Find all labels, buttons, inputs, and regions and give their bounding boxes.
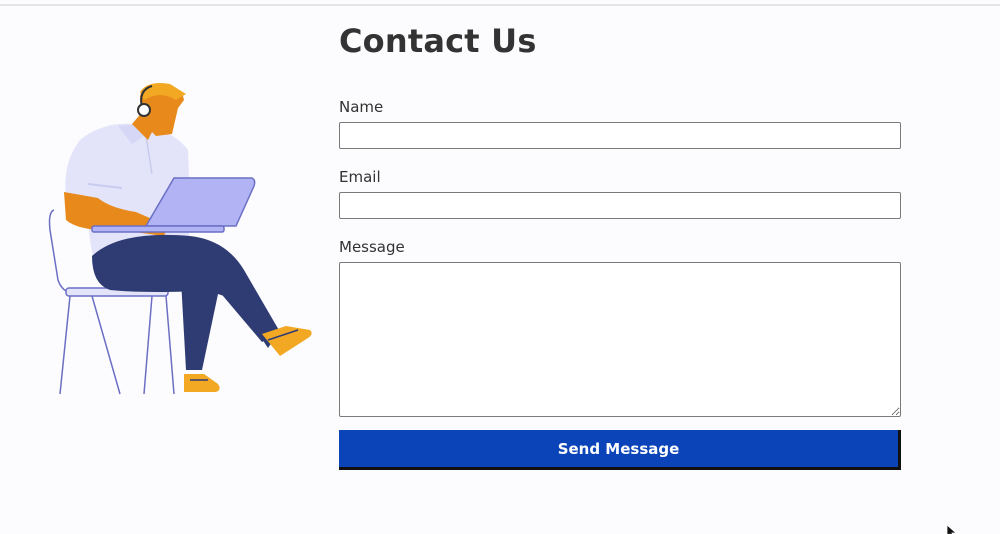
name-label: Name	[339, 98, 384, 116]
top-divider	[0, 4, 1000, 6]
contact-page: Contact Us Name Email Message Send Messa…	[0, 0, 1000, 534]
name-input[interactable]	[339, 122, 901, 149]
page-title: Contact Us	[339, 22, 537, 60]
email-label: Email	[339, 168, 381, 186]
email-input[interactable]	[339, 192, 901, 219]
send-message-button[interactable]: Send Message	[339, 430, 901, 470]
message-textarea[interactable]	[339, 262, 901, 417]
message-label: Message	[339, 238, 405, 256]
mouse-cursor-icon	[946, 524, 958, 534]
person-laptop-illustration	[48, 83, 312, 395]
contact-form: Name Email Message Send Message	[339, 96, 901, 470]
